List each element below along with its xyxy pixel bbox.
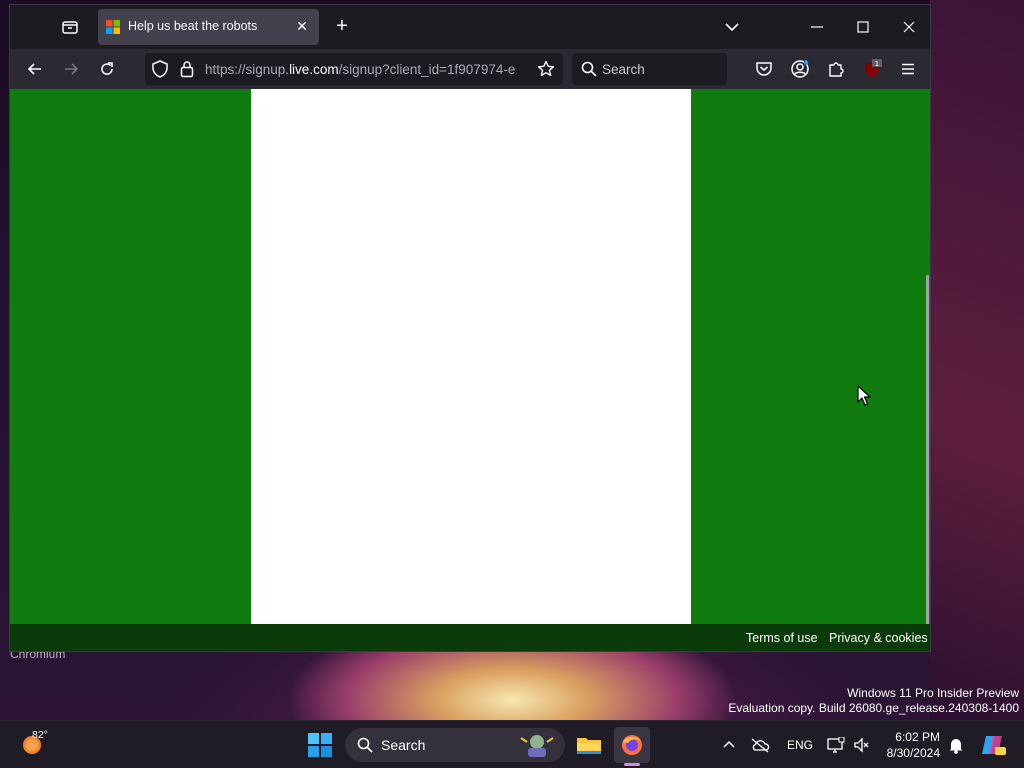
chevron-up-icon [723,740,735,748]
close-window-icon[interactable] [894,13,924,41]
extension-badge-count: 1 [875,60,879,68]
system-clock[interactable]: 6:02 PM 8/30/2024 [870,729,940,761]
search-highlight-illustration-icon [520,735,554,757]
tracking-protection-shield-icon[interactable] [152,60,168,78]
account-icon [791,60,809,78]
clock-date: 8/30/2024 [886,746,940,760]
search-icon [581,61,597,77]
privacy-cookies-link[interactable]: Privacy & cookies [829,631,928,645]
search-icon [357,737,373,753]
tab-close-icon[interactable]: ✕ [293,17,311,35]
new-tab-button[interactable]: + [330,15,354,39]
file-explorer-button[interactable] [571,727,607,763]
bookmark-star-icon[interactable] [537,60,555,78]
clock-time: 6:02 PM [895,730,940,744]
back-button[interactable] [22,57,48,81]
mouse-cursor-icon [857,385,871,406]
input-language-indicator[interactable]: ENG [787,738,813,752]
ublock-shield-icon: 1 [865,59,882,77]
cloud-offline-icon [751,738,770,753]
microsoft-logo-icon [106,20,120,34]
page-content [10,89,930,625]
windows-watermark: Windows 11 Pro Insider Preview Evaluatio… [728,686,1019,716]
lock-icon[interactable] [180,60,194,78]
reload-button[interactable] [94,57,120,81]
forward-button[interactable] [58,57,84,81]
copilot-button[interactable] [980,733,1006,757]
taskbar: 82° Search ENG 6:02 PM 8/30/2024 [0,720,1024,768]
maximize-icon[interactable] [848,13,878,41]
notifications-button[interactable] [946,735,966,755]
firefox-taskbar-button[interactable] [614,727,650,763]
arrow-right-icon [65,63,79,75]
minimize-icon[interactable] [802,13,832,41]
url-text[interactable]: https://signup.live.com/signup?client_id… [205,62,530,77]
tab-bar: Help us beat the robots ✕ + [10,5,930,49]
onedrive-button[interactable] [750,735,770,755]
browser-window: Help us beat the robots ✕ + https://sign… [9,4,931,652]
bell-icon [949,739,963,754]
tab-title: Help us beat the robots [128,19,258,33]
copilot-icon [982,736,1006,755]
folder-icon [577,738,601,754]
url-bar[interactable]: https://signup.live.com/signup?client_id… [145,53,563,85]
firefox-view-button[interactable] [54,15,86,39]
ublock-extension-button[interactable]: 1 [860,57,886,81]
show-hidden-icons-button[interactable] [719,735,739,755]
list-all-tabs-icon[interactable] [722,17,742,37]
puzzle-piece-icon [829,62,844,77]
taskbar-search-label: Search [381,737,426,753]
app-menu-button[interactable] [895,57,921,81]
firefox-icon [622,735,642,755]
pocket-button[interactable] [751,57,777,81]
pocket-icon [756,62,772,76]
weather-temperature[interactable]: 82° [32,729,48,741]
account-button[interactable] [787,57,813,81]
url-host: live.com [289,62,339,77]
watermark-line-2: Evaluation copy. Build 26080.ge_release.… [728,701,1019,715]
reload-icon [101,62,113,75]
url-prefix: https://signup. [205,62,290,77]
arrow-left-icon [27,63,41,75]
page-footer: Terms of use Privacy & cookies [10,624,930,651]
signup-card [251,89,691,624]
extensions-button[interactable] [823,57,849,81]
url-path: /signup?client_id=1f907974-e [338,62,516,77]
terms-of-use-link[interactable]: Terms of use [746,631,818,645]
speaker-muted-icon [854,737,869,753]
display-network-icon [827,737,845,753]
taskbar-search-box[interactable]: Search [345,728,565,762]
search-bar[interactable]: Search [572,53,727,85]
scrollbar-thumb[interactable] [926,275,929,625]
volume-button[interactable] [852,735,872,755]
hamburger-menu-icon [902,63,914,75]
firefox-active-indicator [624,763,640,766]
search-placeholder: Search [602,62,645,77]
network-button[interactable] [826,735,846,755]
tab-list-icon [62,21,78,34]
wallpaper-glow [930,0,1024,720]
navigation-toolbar: https://signup.live.com/signup?client_id… [10,49,930,89]
watermark-line-1: Windows 11 Pro Insider Preview [847,686,1019,700]
tab-active[interactable]: Help us beat the robots ✕ [98,9,319,45]
windows-start-icon[interactable] [307,732,333,758]
